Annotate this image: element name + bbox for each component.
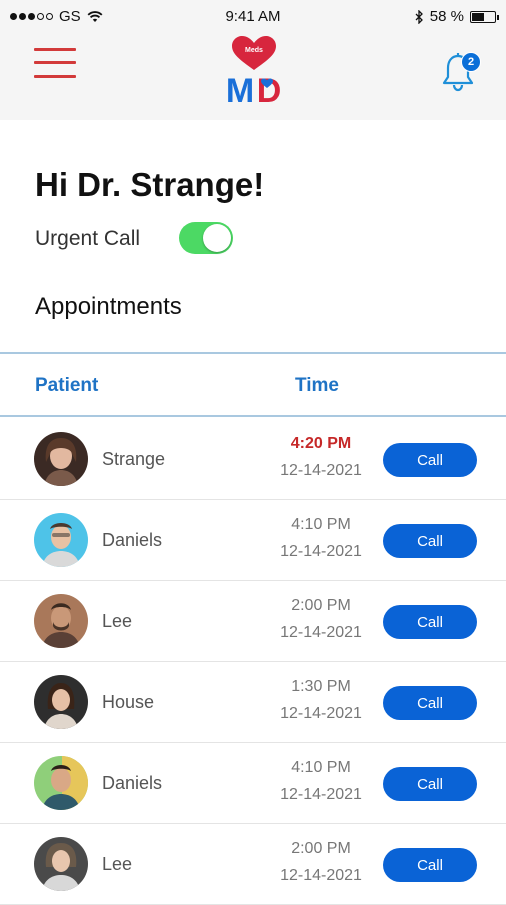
appointment-date: 12-14-2021 [280, 786, 362, 803]
appointment-time: 4:20 PM [290, 435, 352, 452]
call-button[interactable]: Call [383, 767, 477, 801]
patient-name: Lee [102, 611, 133, 631]
patient-name: House [102, 692, 155, 712]
patient-avatar [34, 513, 88, 567]
call-button[interactable]: Call [383, 686, 477, 720]
appointment-date: 12-14-2021 [280, 462, 362, 479]
appointments-table-header: Patient Time [0, 352, 506, 417]
hamburger-menu-button[interactable] [34, 46, 76, 82]
urgent-call-toggle[interactable] [179, 222, 233, 254]
greeting-title: Hi Dr. Strange! [35, 166, 265, 203]
patient-name: Strange [102, 449, 166, 469]
hamburger-line [34, 48, 76, 51]
svg-text:Meds: Meds [245, 47, 263, 54]
patient-avatar [34, 837, 88, 891]
appointment-date: 12-14-2021 [280, 705, 362, 722]
appointment-date: 12-14-2021 [280, 624, 362, 641]
appointment-row: Lee 2:00 PM 12-14-2021 Call [0, 581, 506, 662]
appointment-row: House 1:30 PM 12-14-2021 Call [0, 662, 506, 743]
patient-name: Lee [102, 854, 133, 874]
patient-avatar [34, 432, 88, 486]
appointment-row: Strange 4:20 PM 12-14-2021 Call [0, 419, 506, 500]
logo-mark: Meds M D [226, 36, 282, 110]
call-button[interactable]: Call [383, 524, 477, 558]
call-button[interactable]: Call [383, 605, 477, 639]
status-right: 58 % [414, 8, 499, 25]
call-button[interactable]: Call [383, 443, 477, 477]
patient-name: Daniels [102, 530, 163, 550]
status-bar: GS 9:41 AM 58 % [0, 0, 506, 34]
app-logo: Meds M D [220, 36, 288, 116]
column-header-patient: Patient [35, 375, 99, 396]
toggle-knob [203, 224, 231, 252]
notification-badge: 2 [461, 52, 481, 72]
appointments-title: Appointments [35, 293, 182, 320]
patient-avatar [34, 675, 88, 729]
appointment-row: Daniels 4:10 PM 12-14-2021 Call [0, 500, 506, 581]
appointment-row: Daniels 4:10 PM 12-14-2021 Call [0, 743, 506, 824]
battery-percent: 58 % [429, 8, 464, 25]
appointment-time: 1:30 PM [291, 678, 351, 695]
appointment-date: 12-14-2021 [280, 543, 362, 560]
appointments-list: Strange 4:20 PM 12-14-2021 Call Daniels … [0, 419, 506, 905]
column-header-time: Time [295, 375, 340, 396]
urgent-call-label: Urgent Call [35, 227, 141, 250]
svg-text:M: M [226, 72, 254, 108]
appointment-date: 12-14-2021 [280, 867, 362, 884]
appointment-time: 2:00 PM [291, 840, 351, 857]
call-button[interactable]: Call [383, 848, 477, 882]
appointment-time: 2:00 PM [291, 597, 351, 614]
appointment-time: 4:10 PM [291, 759, 351, 776]
app-header: GS 9:41 AM 58 % Meds M D 2 [0, 0, 506, 120]
appointment-row: Lee 2:00 PM 12-14-2021 Call [0, 824, 506, 905]
battery-icon [470, 10, 499, 23]
patient-avatar [34, 594, 88, 648]
appointment-time: 4:10 PM [291, 516, 351, 533]
hamburger-line [34, 61, 76, 64]
patient-name: Daniels [102, 773, 163, 793]
svg-text:D: D [257, 72, 282, 108]
hamburger-line [34, 75, 76, 78]
patient-avatar [34, 756, 88, 810]
bluetooth-icon [415, 9, 423, 24]
